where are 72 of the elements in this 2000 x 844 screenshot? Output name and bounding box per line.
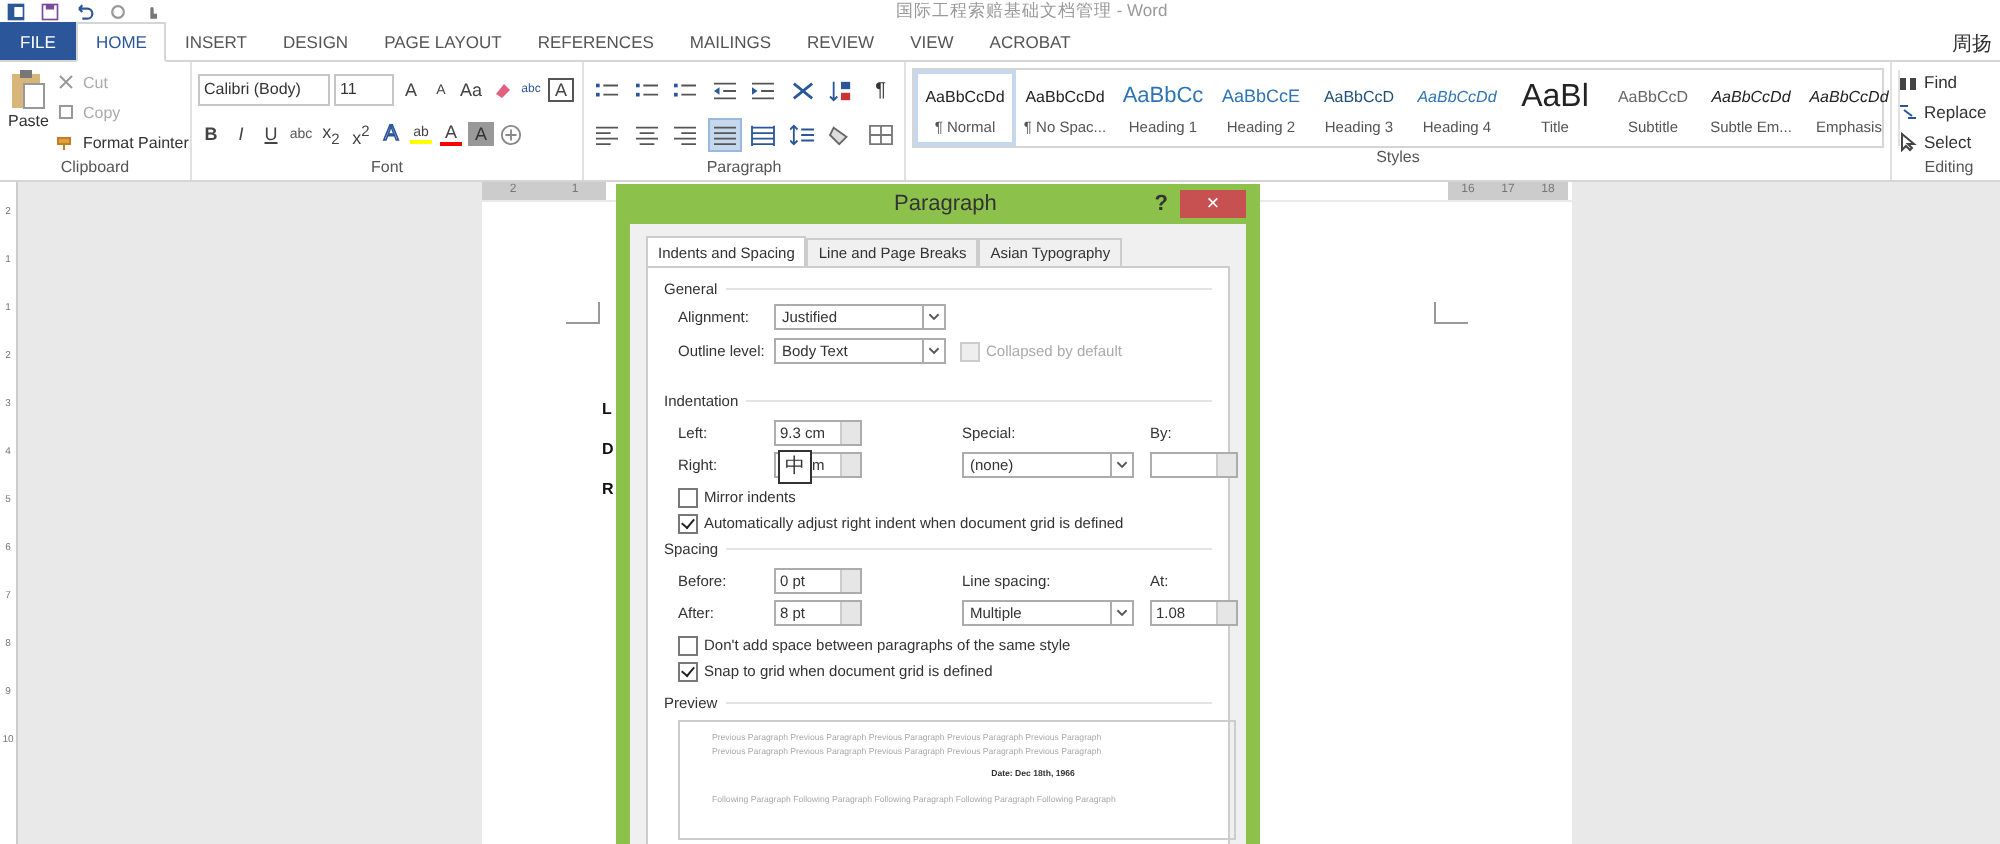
eraser-icon [491,80,511,100]
group-label: Styles [1376,148,1420,166]
ribbon-tab[interactable]: REVIEW [789,22,893,60]
font-size-field[interactable]: 11 [334,74,394,106]
font-name-field[interactable]: Calibri (Body) [198,74,330,106]
chevron-down-icon [1110,602,1132,624]
chevron-down-icon [1110,454,1132,476]
font-tool-button[interactable]: A [548,78,574,102]
font-tool-button[interactable]: A [398,74,424,106]
close-button[interactable]: × [1180,190,1246,218]
input-method-indicator[interactable]: 中 [778,450,812,484]
decrease-indent-icon [711,79,738,101]
ribbon-tab[interactable]: HOME [75,22,167,62]
font-tool-button[interactable]: B [198,118,224,150]
ribbon-tab[interactable]: MAILINGS [671,22,790,60]
window-title: 国际工程索赔基础文档管理 - Word [896,0,1168,22]
word-icon[interactable] [6,1,26,21]
cursor-icon [1898,132,1918,152]
group-label: Paragraph [706,158,782,176]
editing-button[interactable]: Select [1898,128,2000,156]
font-tool-button[interactable]: A [468,122,494,146]
by-field[interactable] [1150,452,1238,478]
paragraph-tool-button[interactable]: ¶ [863,73,898,107]
borders-icon [867,123,894,145]
font-tool-button[interactable]: A [438,118,464,150]
font-tool-button[interactable]: Aa [458,74,484,106]
undo-icon[interactable] [74,1,94,21]
ribbon-tab[interactable]: VIEW [892,22,972,60]
ribbon-tab[interactable]: DESIGN [264,22,367,60]
ribbon-tab[interactable]: INSERT [166,22,265,60]
justify-icon [711,123,738,145]
multilevel-list-icon [672,79,699,101]
font-tool-button[interactable]: x$_{2}$ [318,118,344,150]
editing-button[interactable]: Replace [1898,98,2000,126]
document-text: D [602,438,614,462]
clipboard-icon [8,68,49,112]
chevron-down-icon [922,340,944,362]
ribbon-tab[interactable]: FILE [0,22,76,60]
paste-button[interactable]: Paste [6,68,51,158]
font-tool-button[interactable]: A [378,118,404,150]
user-name[interactable]: 周扬 [1952,22,2000,60]
font-tool-button[interactable]: x$^{2}$ [348,118,374,150]
align-center-icon [633,123,660,145]
cut-icon [56,72,77,92]
numbered-list-icon [633,79,660,101]
group-label: Editing [1924,158,1974,176]
copy-icon [56,102,77,122]
align-left-icon [594,123,621,145]
align-right-icon [672,123,699,145]
line-spacing-icon [789,123,816,145]
replace-icon [1898,102,1918,122]
increase-indent-icon [750,79,777,101]
distributed-icon [750,123,777,145]
bullet-list-icon [594,79,621,101]
ribbon-tab[interactable]: ACROBAT [971,22,1089,60]
editing-button[interactable]: Find [1898,68,2000,96]
ribbon-tab[interactable]: REFERENCES [519,22,672,60]
document-text: R [602,478,614,502]
paragraph-tool-button[interactable] [707,117,743,151]
clipboard-button[interactable]: Format Painter [56,128,189,156]
binoculars-icon [1898,72,1918,92]
enclose-icon [500,123,522,145]
document-text: L [602,398,614,422]
group-label: Font [370,158,403,176]
sort-icon [828,79,855,101]
ribbon-tab[interactable]: PAGE LAYOUT [366,22,520,60]
save-icon[interactable] [40,1,60,21]
group-label: Clipboard [60,158,130,176]
font-tool-button[interactable]: I [228,118,254,150]
brush-icon [56,132,77,152]
chevron-down-icon [922,306,944,328]
font-tool-button[interactable]: U [258,118,284,150]
